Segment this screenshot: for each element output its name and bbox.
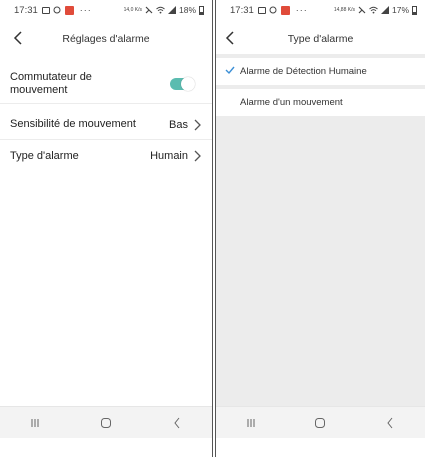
gallery-icon [41, 6, 50, 14]
signal-icon [380, 6, 389, 14]
right-screen: 17:31 ··· 14,88 K/s 17% Type d'alarme Al… [216, 0, 425, 457]
page-title: Type d'alarme [287, 33, 354, 45]
more-dots-icon: ··· [79, 5, 92, 15]
nav-back-icon [174, 417, 180, 428]
nav-recents-button[interactable] [240, 412, 262, 434]
gallery-icon [257, 6, 266, 14]
status-bar: 17:31 ··· 14,88 K/s 17% [216, 0, 425, 20]
motion-switch-label: Commutateur de mouvement [10, 70, 92, 96]
app-bar: Type d'alarme [216, 22, 425, 56]
motion-switch-toggle[interactable] [170, 76, 195, 91]
nav-recents-icon [31, 418, 39, 427]
battery-percent: 18% [178, 5, 196, 15]
left-screen: 17:31 ··· 14,0 K/s 18% Réglages d'alarme… [0, 0, 212, 457]
notification-icon [64, 5, 74, 15]
mute-icon [358, 6, 366, 14]
back-icon [13, 31, 22, 45]
battery-percent: 17% [391, 5, 409, 15]
notification-icon [280, 5, 290, 15]
back-button[interactable] [220, 29, 240, 49]
data-speed: 14,88 K/s [333, 6, 355, 13]
option-motion[interactable]: Alarme d'un mouvement [216, 89, 425, 116]
motion-sensitivity-row[interactable]: Sensibilité de mouvement Bas [0, 110, 212, 140]
cloud-icon [53, 6, 61, 14]
motion-sensitivity-label: Sensibilité de mouvement [10, 118, 136, 130]
wifi-icon [369, 6, 378, 14]
nav-bar [0, 406, 212, 438]
cloud-icon [269, 6, 277, 14]
bottom-area [0, 438, 212, 457]
motion-switch-row: Commutateur de mouvement [0, 64, 212, 104]
alarm-type-row[interactable]: Type d'alarme Humain [0, 142, 212, 170]
motion-sensitivity-value: Bas [169, 118, 188, 131]
status-time: 17:31 [14, 4, 38, 16]
data-speed: 14,0 K/s [123, 6, 142, 13]
nav-recents-button[interactable] [24, 412, 46, 434]
option-human-detection[interactable]: Alarme de Détection Humaine [216, 58, 425, 85]
nav-home-button[interactable] [309, 412, 331, 434]
battery-icon [412, 5, 417, 15]
nav-bar [216, 406, 425, 438]
chevron-right-icon [194, 150, 201, 162]
more-dots-icon: ··· [295, 5, 308, 15]
nav-back-icon [387, 417, 393, 428]
nav-back-button[interactable] [166, 412, 188, 434]
nav-home-button[interactable] [95, 412, 117, 434]
chevron-right-icon [194, 119, 201, 130]
battery-icon [199, 5, 204, 15]
page-title: Réglages d'alarme [62, 33, 150, 45]
app-bar: Réglages d'alarme [0, 22, 212, 56]
nav-back-button[interactable] [379, 412, 401, 434]
status-bar: 17:31 ··· 14,0 K/s 18% [0, 0, 212, 20]
mute-icon [145, 6, 153, 14]
wifi-icon [156, 6, 165, 14]
option-human-detection-label: Alarme de Détection Humaine [240, 66, 367, 77]
back-icon [225, 31, 234, 45]
status-time: 17:31 [230, 4, 254, 16]
back-button[interactable] [8, 29, 28, 49]
option-motion-label: Alarme d'un mouvement [240, 97, 343, 108]
nav-home-icon [315, 417, 326, 428]
checkmark-icon [225, 66, 235, 75]
toggle-knob [181, 76, 195, 91]
nav-recents-icon [247, 418, 255, 427]
nav-home-icon [100, 417, 111, 428]
bottom-area [216, 438, 425, 457]
alarm-type-value: Humain [150, 150, 188, 162]
alarm-type-label: Type d'alarme [10, 149, 79, 162]
signal-icon [167, 6, 176, 14]
